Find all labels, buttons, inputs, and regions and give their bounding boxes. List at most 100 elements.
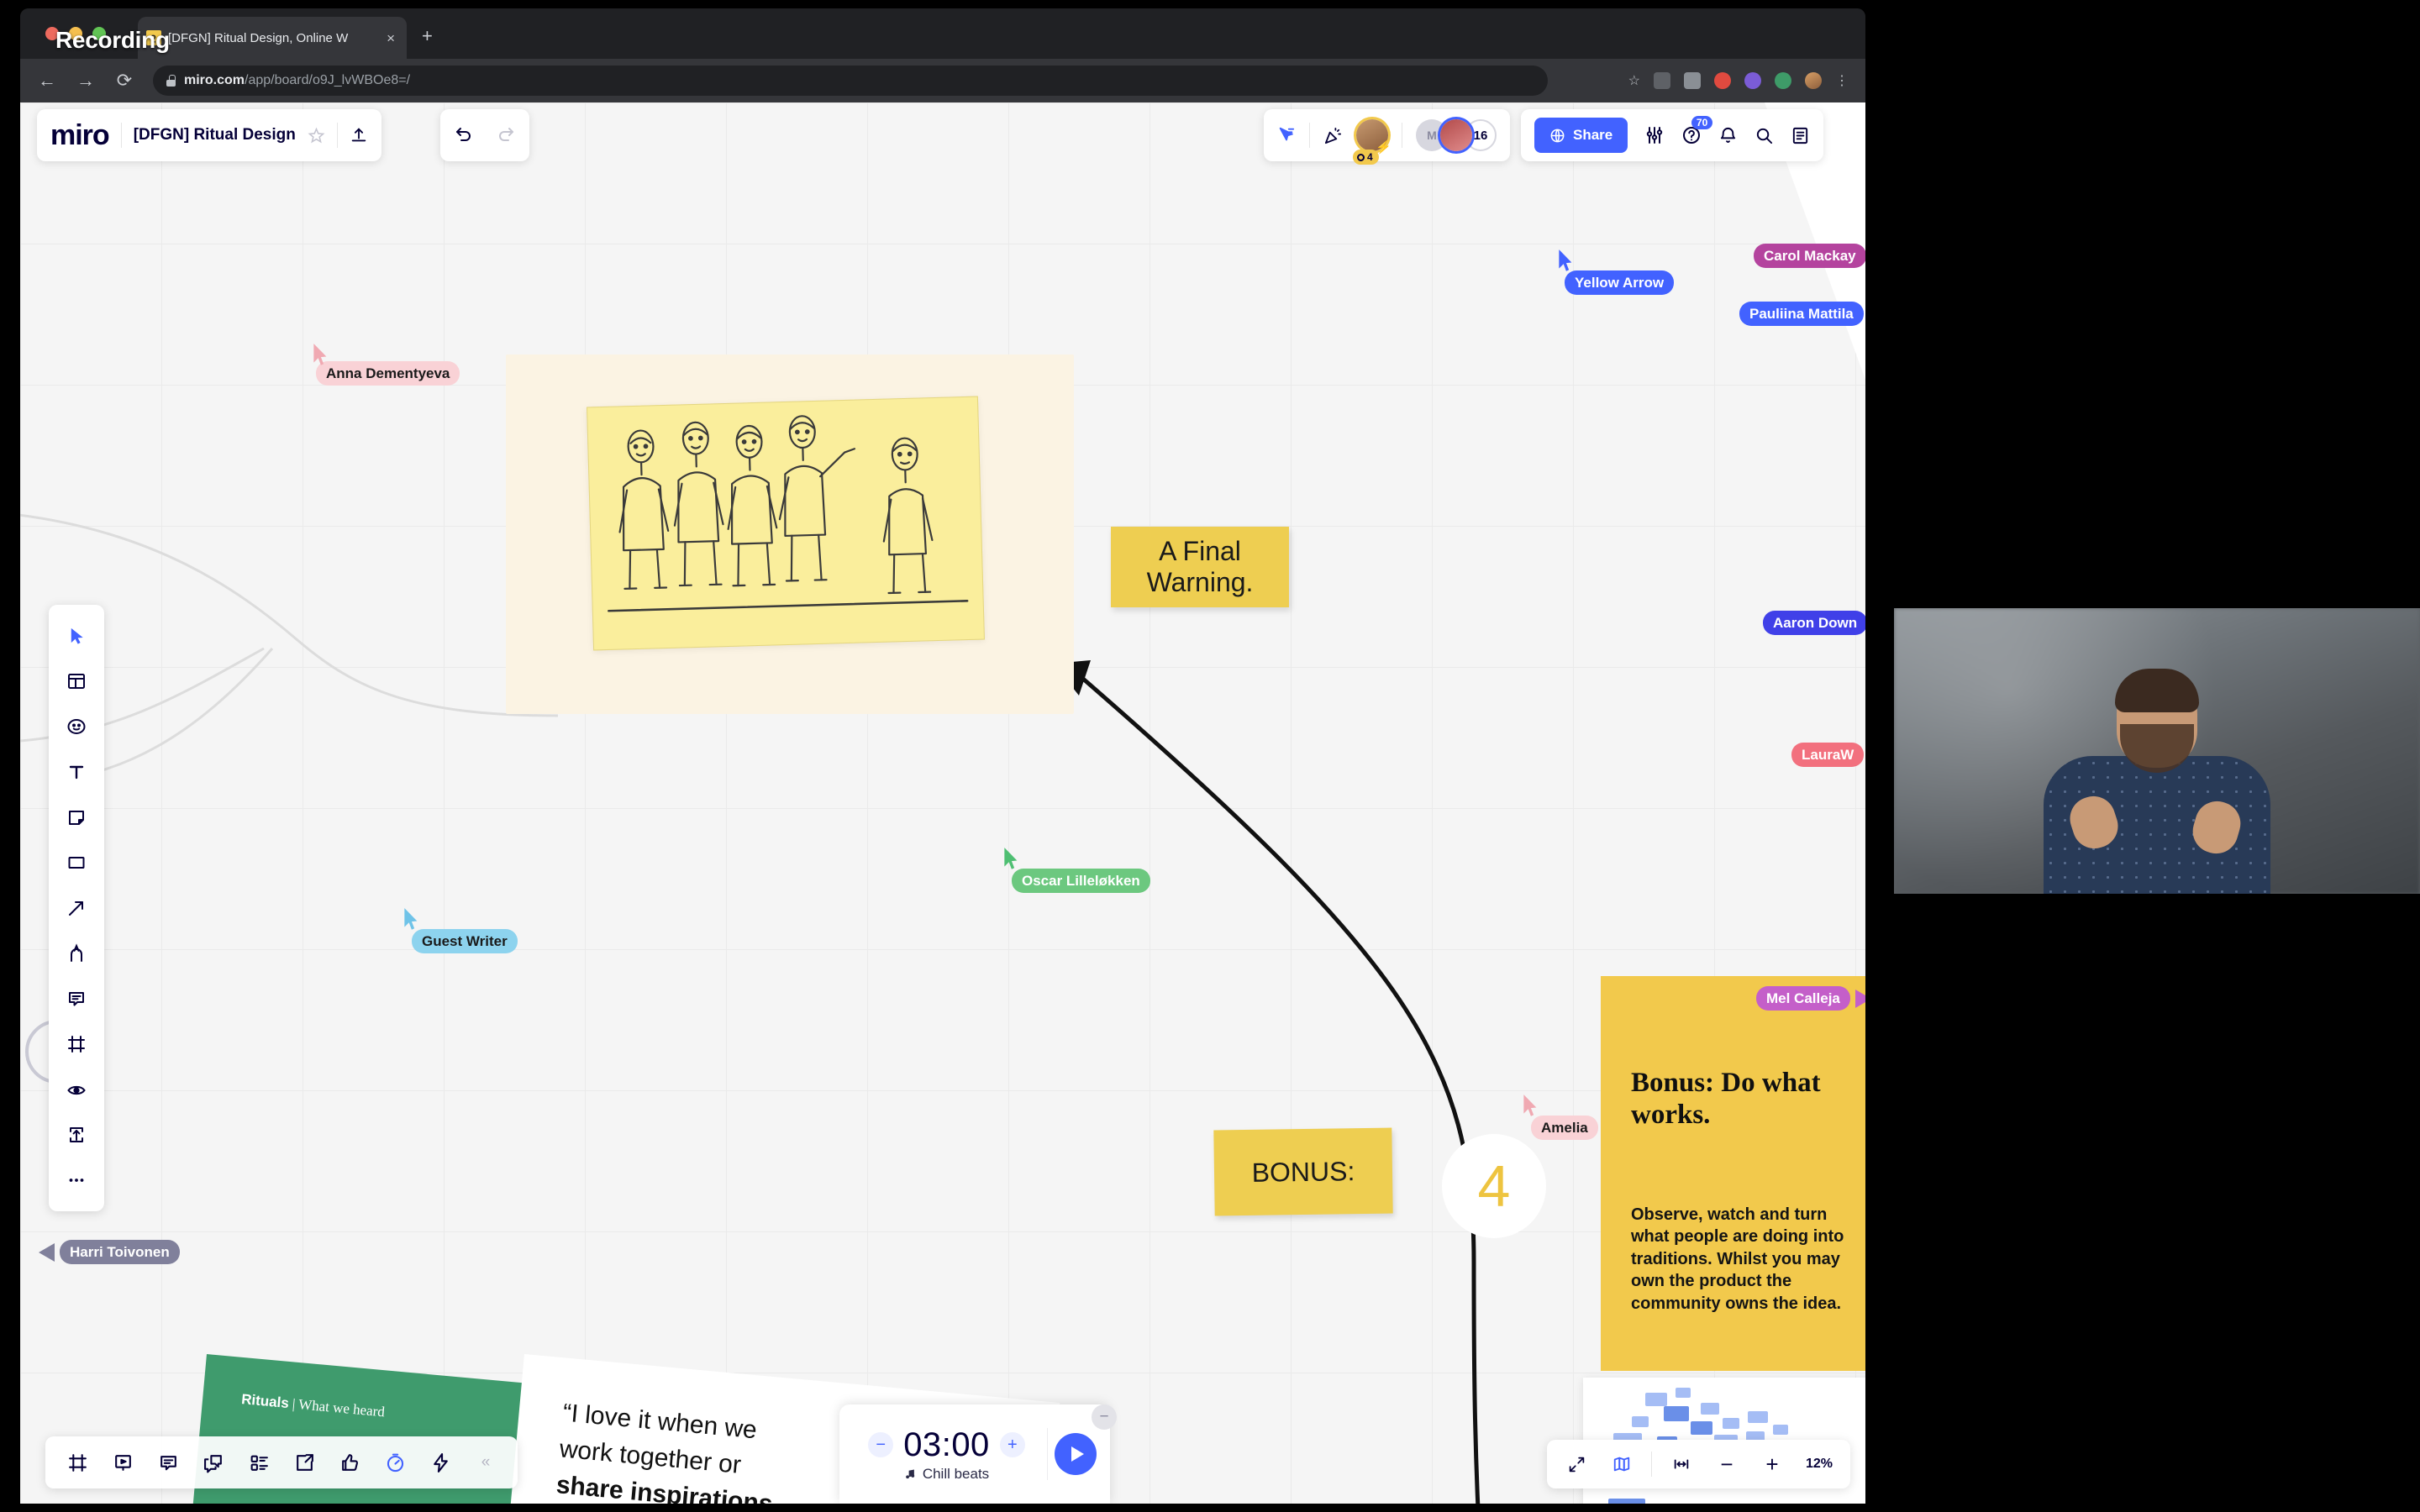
timer-increase-button[interactable]: + <box>999 1432 1025 1457</box>
search-icon[interactable] <box>1754 126 1774 145</box>
shape-tool[interactable] <box>57 843 96 882</box>
sticky-note-final-warning[interactable]: A Final Warning. <box>1111 527 1289 607</box>
panel-icon[interactable] <box>1791 126 1810 145</box>
cursor-aaron-down: Aaron Down <box>1763 611 1865 636</box>
reload-button[interactable]: ⟳ <box>114 71 134 90</box>
cursor-mel-calleja: Mel Calleja <box>1756 986 1865 1011</box>
export-button[interactable] <box>286 1444 323 1481</box>
miro-canvas[interactable]: A Final Warning. BONUS: 4 Bonus: Do what… <box>20 102 1865 1504</box>
ellipsis-icon <box>69 1179 84 1182</box>
tab-title: [DFGN] Ritual Design, Online W <box>168 30 349 45</box>
back-button[interactable]: ← <box>37 71 57 90</box>
shield-extension-icon[interactable] <box>1744 72 1761 89</box>
cursor-anna-dementyeva: Anna Dementyeva <box>313 344 460 386</box>
sticky-note-tool[interactable] <box>57 798 96 837</box>
close-tab-button[interactable]: × <box>383 29 398 47</box>
video-call-tile[interactable] <box>1894 608 2420 894</box>
url-domain: miro.com <box>184 73 245 87</box>
collaborator-avatars[interactable]: M 16 <box>1416 119 1497 151</box>
comment-tool[interactable] <box>57 979 96 1018</box>
timer-divider <box>1047 1428 1048 1480</box>
miro-header-undo-group <box>440 109 529 161</box>
explore-tool[interactable] <box>57 1070 96 1109</box>
bell-icon[interactable] <box>1718 126 1738 145</box>
sticky-note-bonus[interactable]: BONUS: <box>1213 1127 1393 1216</box>
presentation-button[interactable] <box>104 1444 141 1481</box>
avatar-member-2[interactable] <box>1440 119 1472 151</box>
fit-to-screen-button[interactable] <box>1665 1448 1697 1480</box>
quick-actions-button[interactable] <box>422 1444 459 1481</box>
zoom-controls: − + 12% <box>1547 1440 1850 1488</box>
zoom-level[interactable]: 12% <box>1802 1457 1837 1472</box>
minimap-button[interactable] <box>1606 1448 1638 1480</box>
zoom-out-button[interactable]: − <box>1711 1448 1743 1480</box>
board-title[interactable]: [DFGN] Ritual Design <box>134 126 296 144</box>
chat-button[interactable] <box>195 1444 232 1481</box>
camera-extension-icon[interactable] <box>1654 72 1670 89</box>
upload-icon[interactable] <box>350 126 368 144</box>
timer-button[interactable] <box>376 1444 413 1481</box>
sketch-illustration[interactable] <box>587 396 985 651</box>
timer-collapse-button[interactable]: − <box>1092 1404 1117 1430</box>
miro-logo[interactable]: miro <box>50 121 110 150</box>
step-number-badge[interactable]: 4 <box>1442 1134 1546 1238</box>
grid-extension-icon[interactable] <box>1684 72 1701 89</box>
star-icon[interactable] <box>308 127 325 144</box>
play-icon <box>1071 1446 1084 1462</box>
templates-tool[interactable] <box>57 662 96 701</box>
timer-music-row[interactable]: Chill beats <box>904 1466 989 1483</box>
misc-extension-icon[interactable] <box>1775 72 1791 89</box>
comments-button[interactable] <box>150 1444 187 1481</box>
arrow-tool[interactable] <box>57 889 96 927</box>
fullscreen-button[interactable] <box>1560 1448 1592 1480</box>
image-frame[interactable] <box>506 354 1074 714</box>
adblock-extension-icon[interactable] <box>1714 72 1731 89</box>
timer-music-label: Chill beats <box>922 1465 990 1482</box>
select-tool[interactable] <box>57 617 96 655</box>
text-tool[interactable] <box>57 753 96 791</box>
bonus-slide-card[interactable]: Bonus: Do what works. Observe, watch and… <box>1601 976 1865 1371</box>
undo-icon[interactable] <box>454 125 474 145</box>
header-divider <box>120 123 122 148</box>
tasks-button[interactable] <box>240 1444 277 1481</box>
cursor-pointer-icon <box>1559 249 1572 271</box>
rectangle-icon <box>68 857 85 869</box>
upload-tool[interactable] <box>57 1116 96 1154</box>
rituals-label-rest: What we heard <box>297 1396 386 1420</box>
voting-button[interactable] <box>331 1444 368 1481</box>
pen-tool[interactable] <box>57 934 96 973</box>
new-tab-button[interactable]: + <box>422 27 433 45</box>
zoom-in-button[interactable]: + <box>1756 1448 1788 1480</box>
profile-avatar[interactable] <box>1805 72 1822 89</box>
forward-button[interactable]: → <box>76 71 96 90</box>
cursor-share-icon[interactable] <box>1277 126 1296 144</box>
address-bar[interactable]: miro.com/app/board/o9J_lvWBOe8=/ <box>153 66 1548 96</box>
sliders-icon[interactable] <box>1644 125 1665 145</box>
frames-button[interactable] <box>59 1444 96 1481</box>
share-button[interactable]: Share <box>1534 118 1628 153</box>
bottom-toolbar: « <box>45 1436 518 1488</box>
avatar-self[interactable]: ⚡ 4 <box>1353 119 1392 165</box>
browser-menu-button[interactable]: ⋮ <box>1835 72 1849 89</box>
bookmark-star-icon[interactable]: ☆ <box>1628 72 1640 89</box>
header-divider-2 <box>336 123 338 148</box>
timer-widget: − 03:00 + Chill beats <box>839 1404 1110 1504</box>
timer-decrease-button[interactable]: − <box>868 1432 894 1457</box>
reaction-count-badge[interactable]: 4 <box>1353 150 1379 165</box>
timer-play-button[interactable] <box>1055 1433 1097 1475</box>
browser-tab[interactable]: շ [DFGN] Ritual Design, Online W × <box>138 17 407 59</box>
music-note-icon <box>906 1469 914 1479</box>
cursor-label: LauraW <box>1791 743 1865 768</box>
zoom-divider <box>1651 1452 1652 1477</box>
redo-icon[interactable] <box>496 125 516 145</box>
frame-tool[interactable] <box>57 1025 96 1063</box>
timer-display[interactable]: 03:00 <box>903 1426 990 1464</box>
sticker-tool[interactable] <box>57 707 96 746</box>
help-icon[interactable]: 70 <box>1681 116 1713 145</box>
template-icon <box>68 674 85 689</box>
more-tools[interactable] <box>57 1161 96 1200</box>
bolt-icon: ⚡ <box>1376 140 1392 155</box>
celebrate-icon[interactable] <box>1323 126 1343 145</box>
left-toolbar <box>49 605 104 1211</box>
collapse-toolbar-button[interactable]: « <box>467 1444 504 1481</box>
